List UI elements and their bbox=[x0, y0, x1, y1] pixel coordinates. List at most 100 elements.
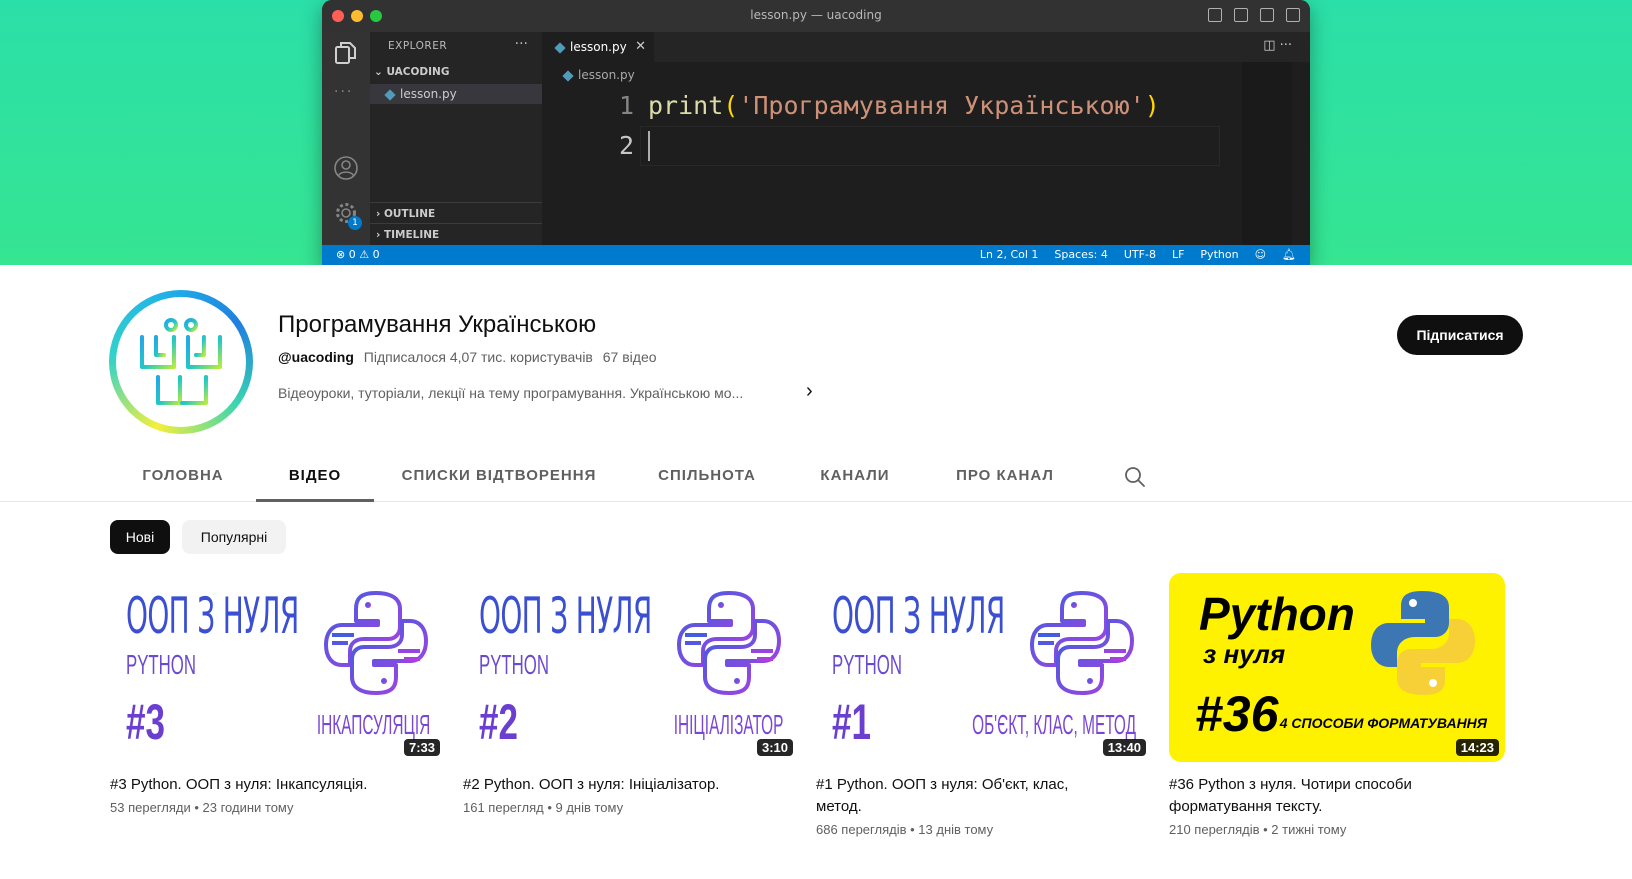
vscode-window-screenshot: lesson.py — uacoding ··· 1 EXPLORER ··· … bbox=[322, 0, 1310, 265]
subscribe-button[interactable]: Підписатися bbox=[1397, 315, 1523, 355]
explorer-folder: ⌄ UACODING bbox=[374, 66, 450, 78]
thumb-headline: ООП З НУЛЯ bbox=[832, 587, 1005, 645]
video-age: 9 днів тому bbox=[555, 800, 624, 815]
video-views: 53 перегляди bbox=[110, 800, 191, 815]
thumb-headline: ООП З НУЛЯ bbox=[126, 587, 299, 645]
problems-count: ⊗ 0 ⚠ 0 bbox=[336, 248, 380, 261]
search-icon[interactable] bbox=[1124, 466, 1146, 488]
status-language: Python bbox=[1200, 248, 1239, 261]
vscode-editor: lesson.py ✕ ◫ ··· lesson.py 1 print('Прог… bbox=[542, 32, 1310, 245]
video-thumbnail[interactable]: ООП З НУЛЯ PYTHON #2 ІНІЦІАЛІЗАТОР 3:10 bbox=[463, 573, 799, 762]
vscode-statusbar: ⊗ 0 ⚠ 0 Ln 2, Col 1 Spaces: 4 UTF-8 LF P… bbox=[322, 245, 1310, 265]
video-card[interactable]: Python з нуля #36 4 СПОСОБИ ФОРМАТУВАННЯ… bbox=[1169, 573, 1505, 837]
video-card[interactable]: ООП З НУЛЯ PYTHON #3 ІНКАПСУЛЯЦІЯ 7:33 #… bbox=[110, 573, 446, 815]
status-cursor-pos: Ln 2, Col 1 bbox=[979, 248, 1039, 261]
tab-playlists[interactable]: СПИСКИ ВІДТВОРЕННЯ bbox=[396, 452, 602, 502]
thumb-number: #1 bbox=[832, 694, 871, 750]
thumb-number: #2 bbox=[479, 694, 518, 750]
current-line-highlight bbox=[640, 126, 1220, 166]
video-age: 2 тижні тому bbox=[1271, 822, 1347, 837]
video-card[interactable]: ООП З НУЛЯ PYTHON #1 ОБ'ЄКТ, КЛАС, МЕТОД… bbox=[816, 573, 1152, 837]
avatar-inner bbox=[116, 297, 246, 427]
status-items: Ln 2, Col 1 Spaces: 4 UTF-8 LF Python ☺ … bbox=[980, 245, 1296, 265]
files-icon bbox=[335, 42, 356, 64]
python-logo-icon bbox=[1371, 591, 1475, 695]
editor-tab-label: lesson.py bbox=[570, 40, 627, 54]
explorer-file-name: lesson.py bbox=[400, 87, 457, 101]
outline-section: › OUTLINE bbox=[370, 202, 542, 224]
video-duration: 13:40 bbox=[1102, 739, 1146, 756]
editor-tab: lesson.py ✕ bbox=[542, 32, 654, 62]
editor-actions-icon: ◫ ··· bbox=[1263, 38, 1292, 53]
video-count: 67 відео bbox=[602, 349, 657, 365]
code-text: print('Програмування Українською') bbox=[648, 86, 1160, 126]
thumb-language: PYTHON bbox=[126, 649, 197, 680]
layout-icons bbox=[1208, 8, 1300, 22]
video-title[interactable]: #3 Python. ООП з нуля: Інкапсуляція. bbox=[110, 774, 410, 796]
video-meta: 686 переглядів • 13 днів тому bbox=[816, 822, 994, 837]
python-file-icon bbox=[562, 69, 574, 82]
channel-handle: @uacoding bbox=[278, 349, 354, 365]
code-paren-close: ) bbox=[1144, 91, 1160, 120]
editor-breadcrumb: lesson.py bbox=[562, 68, 635, 82]
channel-description[interactable]: Відеоуроки, туторіали, лекції на тему пр… bbox=[278, 385, 743, 401]
thumb-topic: ОБ'ЄКТ, КЛАС, МЕТОД bbox=[972, 709, 1136, 740]
video-views: 161 перегляд bbox=[463, 800, 544, 815]
tab-about[interactable]: ПРО КАНАЛ bbox=[948, 452, 1062, 502]
channel-meta: @uacoding Підписалося 4,07 тис. користув… bbox=[278, 349, 657, 365]
python-file-icon bbox=[554, 41, 566, 54]
chevron-right-icon[interactable]: › bbox=[806, 380, 813, 403]
feedback-icon: ☺ bbox=[1254, 248, 1267, 261]
thumb-headline: ООП З НУЛЯ bbox=[479, 587, 652, 645]
uacoding-logo-icon bbox=[140, 318, 222, 405]
timeline-label: TIMELINE bbox=[383, 229, 440, 241]
video-views: 686 переглядів bbox=[816, 822, 907, 837]
vscode-window-title: lesson.py — uacoding bbox=[750, 8, 882, 22]
explorer-heading: EXPLORER bbox=[388, 40, 448, 52]
tab-community[interactable]: СПІЛЬНОТА bbox=[646, 452, 768, 502]
video-meta: 210 переглядів • 2 тижні тому bbox=[1169, 822, 1347, 837]
video-duration: 7:33 bbox=[403, 739, 440, 756]
bell-icon: 🔔︎ bbox=[1282, 248, 1296, 261]
video-age: 23 години тому bbox=[202, 800, 294, 815]
video-thumbnail[interactable]: Python з нуля #36 4 СПОСОБИ ФОРМАТУВАННЯ… bbox=[1169, 573, 1505, 762]
video-thumbnail[interactable]: ООП З НУЛЯ PYTHON #1 ОБ'ЄКТ, КЛАС, МЕТОД… bbox=[816, 573, 1152, 762]
minimap bbox=[1242, 62, 1292, 245]
channel-avatar[interactable] bbox=[109, 290, 253, 434]
chip-popular[interactable]: Популярні bbox=[182, 520, 286, 554]
layout-custom-icon bbox=[1286, 8, 1300, 22]
video-title[interactable]: #36 Python з нуля. Чотири способи формат… bbox=[1169, 774, 1469, 818]
thumb-caption: 4 СПОСОБИ ФОРМАТУВАННЯ bbox=[1279, 715, 1487, 731]
timeline-section: › TIMELINE bbox=[370, 223, 542, 245]
tab-videos[interactable]: ВІДЕО bbox=[256, 452, 374, 502]
thumb-number: #36 bbox=[1195, 686, 1279, 742]
python-logo-icon bbox=[677, 591, 781, 695]
vscode-activity-bar: ··· 1 bbox=[322, 32, 370, 245]
subscriber-count: Підписалося 4,07 тис. користувачів bbox=[363, 349, 593, 365]
folder-name: UACODING bbox=[386, 66, 450, 78]
thumb-headline: Python bbox=[1199, 588, 1355, 640]
video-duration: 14:23 bbox=[1455, 739, 1499, 756]
channel-tabs: ГОЛОВНА ВІДЕО СПИСКИ ВІДТВОРЕННЯ СПІЛЬНО… bbox=[0, 452, 1632, 502]
code-paren-open: ( bbox=[723, 91, 739, 120]
video-card[interactable]: ООП З НУЛЯ PYTHON #2 ІНІЦІАЛІЗАТОР 3:10 … bbox=[463, 573, 799, 815]
thumb-number: #3 bbox=[126, 694, 165, 750]
video-thumbnail[interactable]: ООП З НУЛЯ PYTHON #3 ІНКАПСУЛЯЦІЯ 7:33 bbox=[110, 573, 446, 762]
tab-channels[interactable]: КАНАЛИ bbox=[810, 452, 900, 502]
thumb-language: PYTHON bbox=[832, 649, 903, 680]
video-meta: 161 перегляд • 9 днів тому bbox=[463, 800, 624, 815]
status-eol: LF bbox=[1171, 248, 1185, 261]
explorer-more-icon: ··· bbox=[514, 36, 528, 52]
status-encoding: UTF-8 bbox=[1123, 248, 1156, 261]
code-function: print bbox=[648, 91, 724, 120]
channel-banner: lesson.py — uacoding ··· 1 EXPLORER ··· … bbox=[0, 0, 1632, 265]
video-title[interactable]: #1 Python. ООП з нуля: Об'єкт, клас, мет… bbox=[816, 774, 1116, 818]
status-indent: Spaces: 4 bbox=[1054, 248, 1108, 261]
video-meta: 53 перегляди • 23 години тому bbox=[110, 800, 294, 815]
thumb-topic: ІНІЦІАЛІЗАТОР bbox=[673, 709, 783, 740]
tab-home[interactable]: ГОЛОВНА bbox=[132, 452, 234, 502]
video-title[interactable]: #2 Python. ООП з нуля: Ініціалізатор. bbox=[463, 774, 763, 796]
vscode-explorer: EXPLORER ··· ⌄ UACODING lesson.py › OUTL… bbox=[370, 32, 542, 245]
account-icon bbox=[334, 156, 358, 180]
chip-newest[interactable]: Нові bbox=[110, 520, 170, 554]
